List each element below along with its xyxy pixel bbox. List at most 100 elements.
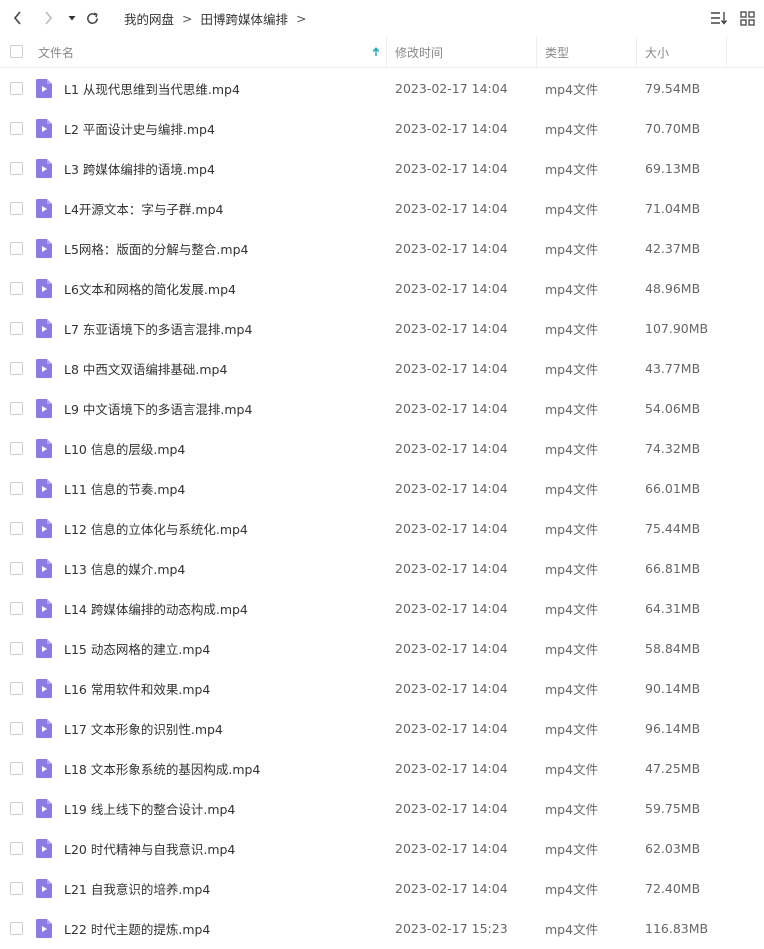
- file-size: 62.03MB: [645, 840, 701, 856]
- row-checkbox[interactable]: [10, 322, 23, 335]
- row-checkbox[interactable]: [10, 442, 23, 455]
- row-checkbox[interactable]: [10, 522, 23, 535]
- row-checkbox[interactable]: [10, 402, 23, 415]
- row-checkbox[interactable]: [10, 642, 23, 655]
- column-header-modified[interactable]: 修改时间: [395, 36, 535, 68]
- file-name[interactable]: L10 信息的层级.mp4: [64, 428, 384, 468]
- file-name[interactable]: L16 常用软件和效果.mp4: [64, 668, 384, 708]
- file-name[interactable]: L4开源文本：字与子群.mp4: [64, 188, 384, 228]
- file-row[interactable]: L19 线上线下的整合设计.mp4 2023-02-17 14:04 mp4文件 59…: [0, 788, 764, 828]
- file-size: 66.81MB: [645, 560, 701, 576]
- file-name[interactable]: L13 信息的媒介.mp4: [64, 548, 384, 588]
- file-name[interactable]: L7 东亚语境下的多语言混排.mp4: [64, 308, 384, 348]
- file-row[interactable]: L14 跨媒体编排的动态构成.mp4 2023-02-17 14:04 mp4文件 6…: [0, 588, 764, 628]
- row-checkbox[interactable]: [10, 242, 23, 255]
- file-name[interactable]: L20 时代精神与自我意识.mp4: [64, 828, 384, 868]
- file-modified-time: 2023-02-17 14:04: [395, 400, 508, 416]
- file-name[interactable]: L5网格：版面的分解与整合.mp4: [64, 228, 384, 268]
- column-divider[interactable]: [726, 36, 727, 68]
- row-checkbox[interactable]: [10, 122, 23, 135]
- row-checkbox[interactable]: [10, 722, 23, 735]
- row-checkbox[interactable]: [10, 682, 23, 695]
- file-size: 47.25MB: [645, 760, 701, 776]
- row-checkbox[interactable]: [10, 602, 23, 615]
- file-name[interactable]: L6文本和网格的简化发展.mp4: [64, 268, 384, 308]
- file-type: mp4文件: [545, 561, 599, 577]
- grid-view-button[interactable]: [737, 9, 757, 27]
- breadcrumb-current[interactable]: 田博跨媒体编排: [201, 9, 289, 28]
- row-checkbox[interactable]: [10, 202, 23, 215]
- file-row[interactable]: L22 时代主题的提炼.mp4 2023-02-17 15:23 mp4文件 116.…: [0, 908, 764, 948]
- video-file-icon: [36, 879, 52, 898]
- video-file-icon: [36, 279, 52, 298]
- file-name[interactable]: L15 动态网格的建立.mp4: [64, 628, 384, 668]
- file-name[interactable]: L9 中文语境下的多语言混排.mp4: [64, 388, 384, 428]
- file-row[interactable]: L12 信息的立体化与系统化.mp4 2023-02-17 14:04 mp4文件 7…: [0, 508, 764, 548]
- select-all-checkbox[interactable]: [10, 45, 23, 58]
- forward-button[interactable]: [38, 8, 58, 28]
- file-row[interactable]: L18 文本形象系统的基因构成.mp4 2023-02-17 14:04 mp4文件…: [0, 748, 764, 788]
- row-checkbox[interactable]: [10, 82, 23, 95]
- file-name[interactable]: L1 从现代思维到当代思维.mp4: [64, 68, 384, 108]
- file-modified-time: 2023-02-17 14:04: [395, 720, 508, 736]
- file-row[interactable]: L9 中文语境下的多语言混排.mp4 2023-02-17 14:04 mp4文件 5…: [0, 388, 764, 428]
- file-row[interactable]: L11 信息的节奏.mp4 2023-02-17 14:04 mp4文件 66.01M…: [0, 468, 764, 508]
- row-checkbox[interactable]: [10, 802, 23, 815]
- row-checkbox[interactable]: [10, 882, 23, 895]
- file-row[interactable]: L8 中西文双语编排基础.mp4 2023-02-17 14:04 mp4文件 43.…: [0, 348, 764, 388]
- file-row[interactable]: L4开源文本：字与子群.mp4 2023-02-17 14:04 mp4文件 71.0…: [0, 188, 764, 228]
- column-divider[interactable]: [536, 36, 537, 68]
- file-row[interactable]: L13 信息的媒介.mp4 2023-02-17 14:04 mp4文件 66.81M…: [0, 548, 764, 588]
- row-checkbox[interactable]: [10, 922, 23, 935]
- file-row[interactable]: L3 跨媒体编排的语境.mp4 2023-02-17 14:04 mp4文件 69.1…: [0, 148, 764, 188]
- file-name[interactable]: L14 跨媒体编排的动态构成.mp4: [64, 588, 384, 628]
- row-checkbox[interactable]: [10, 482, 23, 495]
- column-header-type[interactable]: 类型: [545, 36, 635, 68]
- refresh-button[interactable]: [82, 8, 102, 28]
- back-button[interactable]: [8, 8, 28, 28]
- file-row[interactable]: L17 文本形象的识别性.mp4 2023-02-17 14:04 mp4文件 96.…: [0, 708, 764, 748]
- file-name[interactable]: L21 自我意识的培养.mp4: [64, 868, 384, 908]
- column-header-size[interactable]: 大小: [645, 36, 725, 68]
- video-file-icon: [36, 239, 52, 258]
- file-size: 75.44MB: [645, 520, 701, 536]
- history-dropdown-button[interactable]: [62, 8, 82, 28]
- column-header-name[interactable]: 文件名: [38, 36, 384, 68]
- chevron-right-icon: [45, 11, 53, 25]
- row-checkbox[interactable]: [10, 282, 23, 295]
- file-row[interactable]: L16 常用软件和效果.mp4 2023-02-17 14:04 mp4文件 90.1…: [0, 668, 764, 708]
- column-divider[interactable]: [386, 36, 387, 68]
- file-row[interactable]: L1 从现代思维到当代思维.mp4 2023-02-17 14:04 mp4文件 79…: [0, 68, 764, 108]
- breadcrumb-separator[interactable]: >: [296, 11, 306, 26]
- file-row[interactable]: L6文本和网格的简化发展.mp4 2023-02-17 14:04 mp4文件 48.…: [0, 268, 764, 308]
- row-checkbox[interactable]: [10, 562, 23, 575]
- file-row[interactable]: L21 自我意识的培养.mp4 2023-02-17 14:04 mp4文件 72.4…: [0, 868, 764, 908]
- row-checkbox[interactable]: [10, 762, 23, 775]
- file-row[interactable]: L10 信息的层级.mp4 2023-02-17 14:04 mp4文件 74.32M…: [0, 428, 764, 468]
- row-checkbox[interactable]: [10, 362, 23, 375]
- file-row[interactable]: L5网格：版面的分解与整合.mp4 2023-02-17 14:04 mp4文件 42…: [0, 228, 764, 268]
- file-modified-time: 2023-02-17 14:04: [395, 280, 508, 296]
- breadcrumb-root[interactable]: 我的网盘: [124, 9, 174, 28]
- row-checkbox[interactable]: [10, 162, 23, 175]
- file-name[interactable]: L11 信息的节奏.mp4: [64, 468, 384, 508]
- file-name[interactable]: L17 文本形象的识别性.mp4: [64, 708, 384, 748]
- file-name[interactable]: L3 跨媒体编排的语境.mp4: [64, 148, 384, 188]
- file-row[interactable]: L7 东亚语境下的多语言混排.mp4 2023-02-17 14:04 mp4文件 1…: [0, 308, 764, 348]
- sort-menu-button[interactable]: [709, 9, 729, 27]
- file-row[interactable]: L15 动态网格的建立.mp4 2023-02-17 14:04 mp4文件 58.8…: [0, 628, 764, 668]
- file-row[interactable]: L2 平面设计史与编排.mp4 2023-02-17 14:04 mp4文件 70.7…: [0, 108, 764, 148]
- column-divider[interactable]: [636, 36, 637, 68]
- file-name[interactable]: L8 中西文双语编排基础.mp4: [64, 348, 384, 388]
- file-modified-time: 2023-02-17 14:04: [395, 600, 508, 616]
- sort-ascending-icon: [372, 47, 380, 56]
- file-name[interactable]: L22 时代主题的提炼.mp4: [64, 908, 384, 948]
- file-name[interactable]: L12 信息的立体化与系统化.mp4: [64, 508, 384, 548]
- row-checkbox[interactable]: [10, 842, 23, 855]
- file-name[interactable]: L18 文本形象系统的基因构成.mp4: [64, 748, 384, 788]
- file-row[interactable]: L20 时代精神与自我意识.mp4 2023-02-17 14:04 mp4文件 62…: [0, 828, 764, 868]
- file-modified-time: 2023-02-17 14:04: [395, 360, 508, 376]
- file-name[interactable]: L19 线上线下的整合设计.mp4: [64, 788, 384, 828]
- file-name[interactable]: L2 平面设计史与编排.mp4: [64, 108, 384, 148]
- file-size: 69.13MB: [645, 160, 701, 176]
